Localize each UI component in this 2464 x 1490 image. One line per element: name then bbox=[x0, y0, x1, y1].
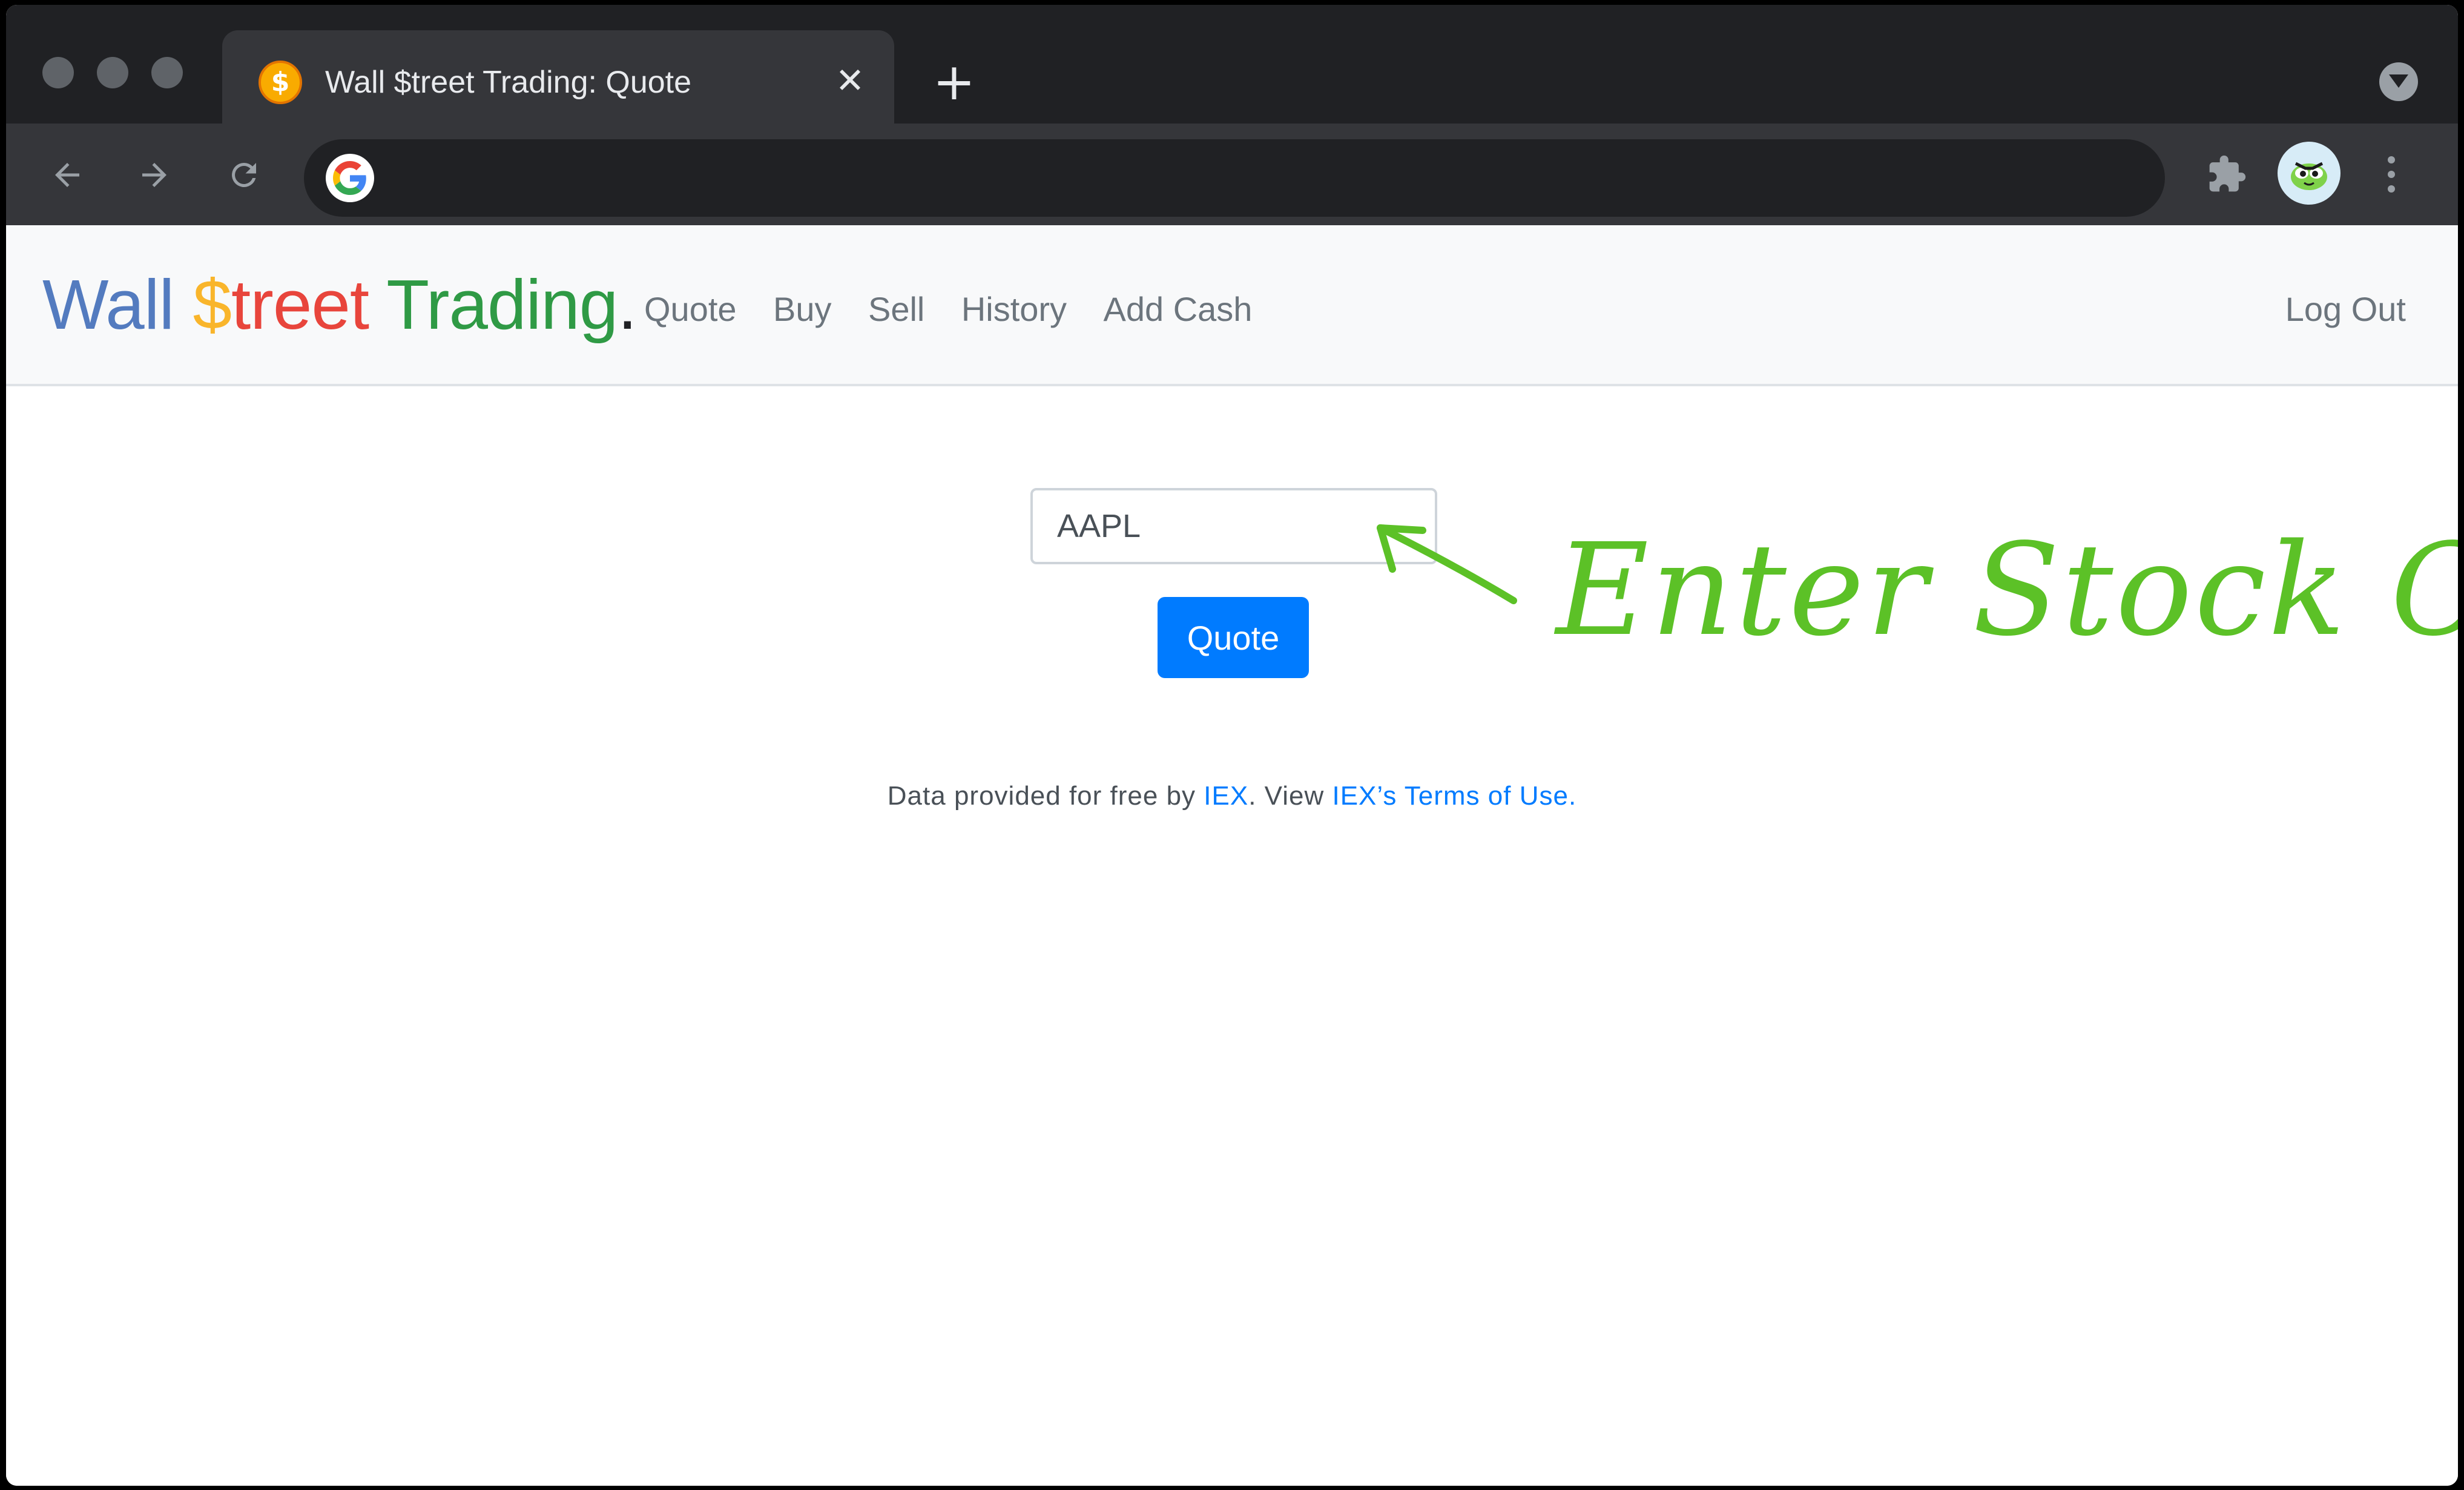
browser-toolbar bbox=[6, 124, 2458, 225]
reload-icon[interactable] bbox=[217, 148, 271, 202]
active-tab[interactable]: $ Wall $treet Trading: Quote ✕ bbox=[222, 30, 894, 127]
browser-window: $ Wall $treet Trading: Quote ✕ + Wall $t… bbox=[6, 5, 2458, 1486]
brand-dot: . bbox=[618, 265, 637, 344]
attribution-prefix: Data provided for free by bbox=[887, 781, 1196, 811]
tab-strip: $ Wall $treet Trading: Quote ✕ + bbox=[6, 5, 2458, 127]
new-tab-button[interactable]: + bbox=[926, 56, 982, 111]
brand-treet: treet bbox=[231, 265, 369, 344]
nav-link-quote[interactable]: Quote bbox=[644, 289, 737, 329]
iex-link[interactable]: IEX bbox=[1204, 781, 1248, 811]
nav-links: Quote Buy Sell History Add Cash bbox=[644, 289, 1286, 329]
brand-wall: Wall bbox=[42, 265, 174, 344]
tab-title: Wall $treet Trading: Quote bbox=[325, 65, 692, 100]
data-attribution: Data provided for free by IEX. View IEX’… bbox=[6, 781, 2458, 811]
quote-button[interactable]: Quote bbox=[1158, 597, 1309, 678]
brand-logo-link[interactable]: Wall $treet Trading. bbox=[42, 264, 637, 345]
brand-dollar: $ bbox=[193, 265, 232, 344]
google-g-icon bbox=[326, 154, 374, 202]
window-close-button[interactable] bbox=[42, 57, 74, 88]
back-arrow-icon[interactable] bbox=[40, 148, 94, 202]
tab-search-icon[interactable] bbox=[2379, 62, 2418, 101]
nav-link-buy[interactable]: Buy bbox=[773, 289, 832, 329]
logout-link[interactable]: Log Out bbox=[2285, 289, 2406, 329]
profile-avatar-icon[interactable] bbox=[2278, 142, 2340, 205]
annotation-arrow-icon bbox=[1377, 524, 1517, 604]
puzzle-extensions-icon[interactable] bbox=[2198, 145, 2256, 203]
attribution-suffix: . bbox=[1568, 781, 1577, 811]
site-navbar: Wall $treet Trading. Quote Buy Sell Hist… bbox=[6, 225, 2458, 386]
kebab-menu-icon[interactable] bbox=[2373, 145, 2410, 203]
close-tab-icon[interactable]: ✕ bbox=[828, 58, 872, 103]
address-input[interactable] bbox=[395, 157, 2141, 200]
nav-link-history[interactable]: History bbox=[961, 289, 1067, 329]
nav-link-add-cash[interactable]: Add Cash bbox=[1104, 289, 1253, 329]
annotation-text: Enter Stock Code bbox=[1556, 516, 2458, 664]
brand-trading: Trading bbox=[386, 265, 618, 344]
address-bar[interactable] bbox=[304, 139, 2165, 217]
iex-terms-link[interactable]: IEX’s Terms of Use bbox=[1332, 781, 1569, 811]
nav-link-sell[interactable]: Sell bbox=[868, 289, 924, 329]
favicon-icon: $ bbox=[259, 61, 302, 104]
attribution-middle: . View bbox=[1248, 781, 1325, 811]
window-minimize-button[interactable] bbox=[97, 57, 128, 88]
page-content: Wall $treet Trading. Quote Buy Sell Hist… bbox=[6, 225, 2458, 1486]
window-zoom-button[interactable] bbox=[151, 57, 183, 88]
forward-arrow-icon[interactable] bbox=[127, 148, 182, 202]
